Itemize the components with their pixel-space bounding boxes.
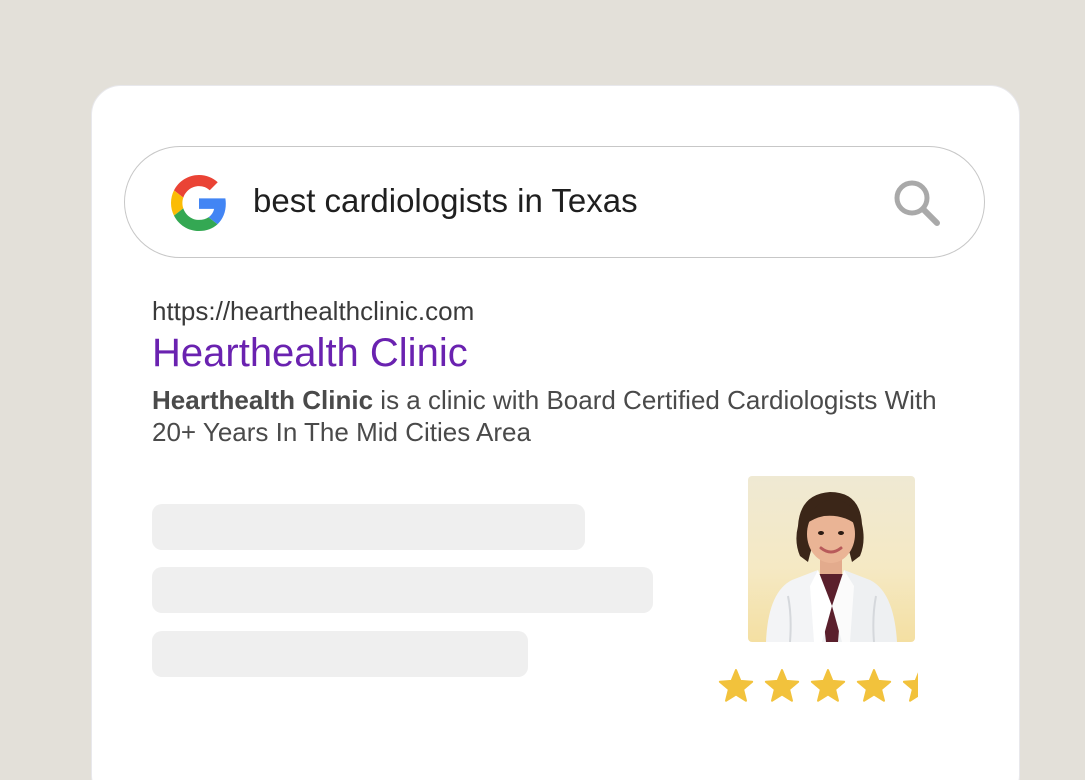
placeholder-line (152, 567, 653, 613)
page: https://hearthealthclinic.com Hearthealt… (0, 0, 1085, 780)
result-url[interactable]: https://hearthealthclinic.com (152, 296, 474, 327)
result-title-link[interactable]: Hearthealth Clinic (152, 331, 468, 376)
search-bar[interactable] (124, 146, 985, 258)
star-icon (764, 669, 800, 702)
placeholder-line (152, 631, 528, 677)
star-icon (856, 669, 892, 702)
star-rating (718, 669, 918, 702)
star-icon (810, 669, 846, 702)
doctor-portrait-illustration (766, 492, 897, 642)
search-results-card: https://hearthealthclinic.com Hearthealt… (91, 85, 1020, 780)
magnifier-icon[interactable] (889, 175, 945, 231)
doctor-photo (748, 476, 915, 642)
search-input[interactable] (253, 177, 873, 225)
result-description: Hearthealth Clinic is a clinic with Boar… (152, 384, 972, 448)
star-icon (903, 672, 918, 702)
placeholder-line (152, 504, 585, 550)
star-icon (718, 669, 754, 702)
google-g-icon (171, 175, 226, 231)
result-description-bold: Hearthealth Clinic (152, 385, 374, 415)
